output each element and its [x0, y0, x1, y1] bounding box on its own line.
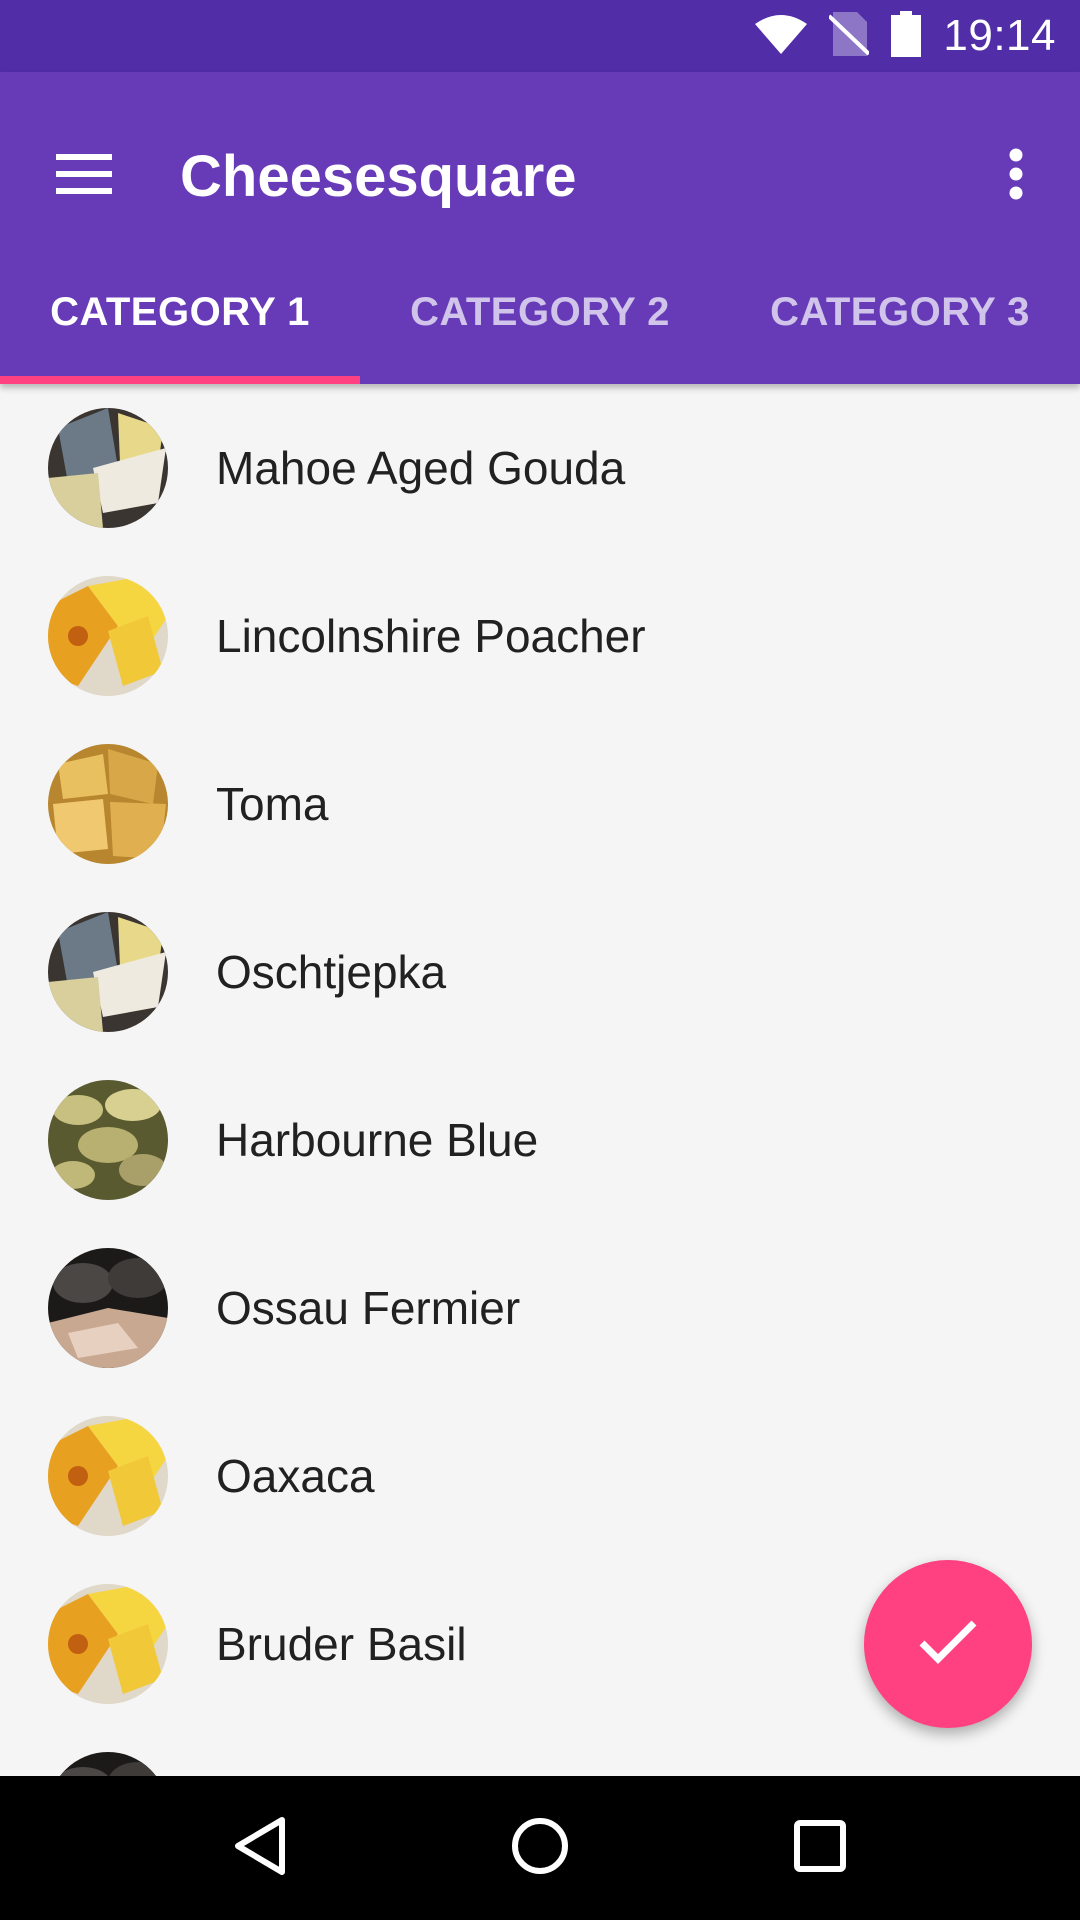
cheese-photo-avatar — [48, 576, 168, 696]
list-item[interactable]: Ossau Fermier — [0, 1224, 1080, 1392]
cheese-photo-avatar — [48, 1416, 168, 1536]
list-item[interactable]: Mahoe Aged Gouda — [0, 384, 1080, 552]
battery-icon — [891, 10, 922, 62]
fab-button[interactable] — [864, 1560, 1032, 1728]
tab-label: CATEGORY 3 — [770, 289, 1030, 334]
wifi-icon — [755, 14, 808, 59]
hamburger-menu-button[interactable] — [40, 132, 128, 220]
app-bar: Cheesesquare CATEGORY 1 CATEGORY 2 CATEG… — [0, 72, 1080, 384]
tab-category-2[interactable]: CATEGORY 2 — [360, 240, 720, 384]
recents-button[interactable] — [760, 1788, 880, 1908]
list-item-name: Ossau Fermier — [216, 1282, 521, 1334]
list-item[interactable]: Toma — [0, 720, 1080, 888]
home-icon — [510, 1816, 570, 1881]
cheese-photo-avatar — [48, 912, 168, 1032]
cheese-photo-avatar — [48, 408, 168, 528]
tab-label: CATEGORY 2 — [410, 289, 670, 334]
tab-bar: CATEGORY 1 CATEGORY 2 CATEGORY 3 — [0, 240, 1080, 384]
cheese-photo-avatar — [48, 1248, 168, 1368]
status-bar: 19:14 — [0, 0, 1080, 72]
tab-indicator — [0, 376, 360, 384]
list-item-name: Bruder Basil — [216, 1618, 467, 1670]
status-icons: 19:14 — [755, 0, 1056, 72]
list-item[interactable]: Lincolnshire Poacher — [0, 552, 1080, 720]
list-item-name: Harbourne Blue — [216, 1114, 539, 1166]
cheese-photo-avatar — [48, 1752, 168, 1776]
list-item[interactable]: Oaxaca — [0, 1392, 1080, 1560]
tab-category-1[interactable]: CATEGORY 1 — [0, 240, 360, 384]
hamburger-menu-icon — [56, 153, 112, 199]
more-vert-icon — [1008, 148, 1024, 205]
status-time: 19:14 — [943, 11, 1056, 60]
tab-label: CATEGORY 1 — [50, 289, 310, 334]
list-item[interactable] — [0, 1728, 1080, 1776]
back-icon — [232, 1816, 288, 1881]
list-item-name: Toma — [216, 778, 329, 830]
recents-icon — [793, 1819, 847, 1878]
list-item-name: Oaxaca — [216, 1450, 375, 1502]
no-sim-icon — [828, 11, 871, 61]
cheese-photo-avatar — [48, 1080, 168, 1200]
cheese-photo-avatar — [48, 744, 168, 864]
home-button[interactable] — [480, 1788, 600, 1908]
list-item[interactable]: Oschtjepka — [0, 888, 1080, 1056]
check-icon — [918, 1619, 978, 1670]
list-item-name: Lincolnshire Poacher — [216, 610, 646, 662]
tab-category-3[interactable]: CATEGORY 3 — [720, 240, 1080, 384]
overflow-menu-button[interactable] — [984, 132, 1048, 220]
app-title: Cheesesquare — [180, 143, 577, 209]
list-item-name: Oschtjepka — [216, 946, 447, 998]
back-button[interactable] — [200, 1788, 320, 1908]
list-item[interactable]: Harbourne Blue — [0, 1056, 1080, 1224]
system-nav-bar — [0, 1776, 1080, 1920]
cheese-photo-avatar — [48, 1584, 168, 1704]
list-item-name: Mahoe Aged Gouda — [216, 442, 626, 494]
